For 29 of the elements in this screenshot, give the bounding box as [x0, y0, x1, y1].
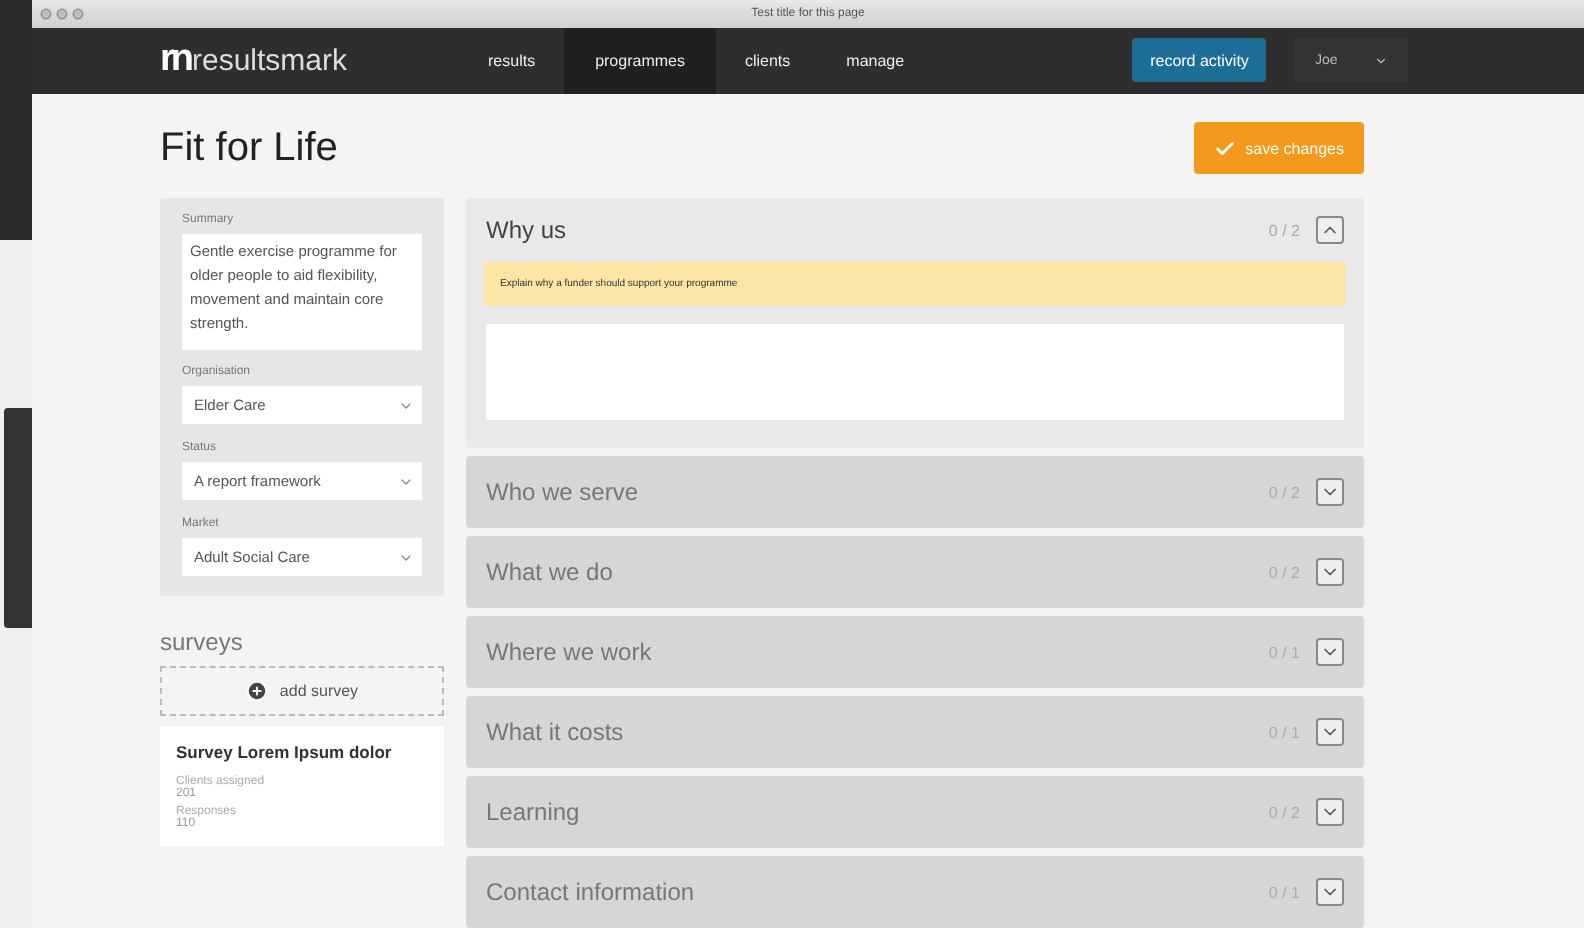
toggle-button[interactable] — [1316, 878, 1344, 906]
record-activity-button[interactable]: record activity — [1132, 38, 1267, 83]
section-title: Contact information — [486, 878, 697, 906]
section-title: Learning — [486, 798, 582, 826]
toggle-button[interactable] — [1316, 718, 1344, 746]
section-title: What it costs — [486, 718, 626, 746]
section-title: Who we serve — [486, 478, 641, 506]
plus-icon — [245, 680, 268, 702]
toggle-button[interactable] — [1316, 478, 1344, 506]
check-icon — [1213, 137, 1236, 159]
nav-link[interactable]: results — [460, 27, 564, 94]
toggle-button[interactable] — [1316, 638, 1344, 666]
caret-icon — [1373, 53, 1388, 68]
nav-link[interactable]: programmes — [563, 27, 717, 94]
progress-count: 0 / 2 — [1268, 221, 1300, 239]
nav-link[interactable]: clients — [716, 27, 819, 94]
toggle-button[interactable] — [1316, 558, 1344, 586]
section-heading: surveys — [160, 628, 245, 656]
toggle-button[interactable] — [1316, 216, 1344, 244]
toggle-button[interactable] — [1316, 798, 1344, 826]
nav-link[interactable]: manage — [818, 27, 933, 94]
add-survey-button[interactable]: add survey — [160, 666, 444, 716]
logo[interactable]: rnresultsmark — [160, 27, 460, 94]
page-title: Fit for Life — [160, 125, 338, 171]
section-title: Why us — [486, 216, 569, 244]
survey-title: Survey Lorem Ipsum dolor — [176, 742, 394, 762]
window-controls-icon[interactable] — [40, 7, 84, 20]
section-title: What we do — [486, 558, 615, 586]
section-title: Where we work — [486, 638, 654, 666]
